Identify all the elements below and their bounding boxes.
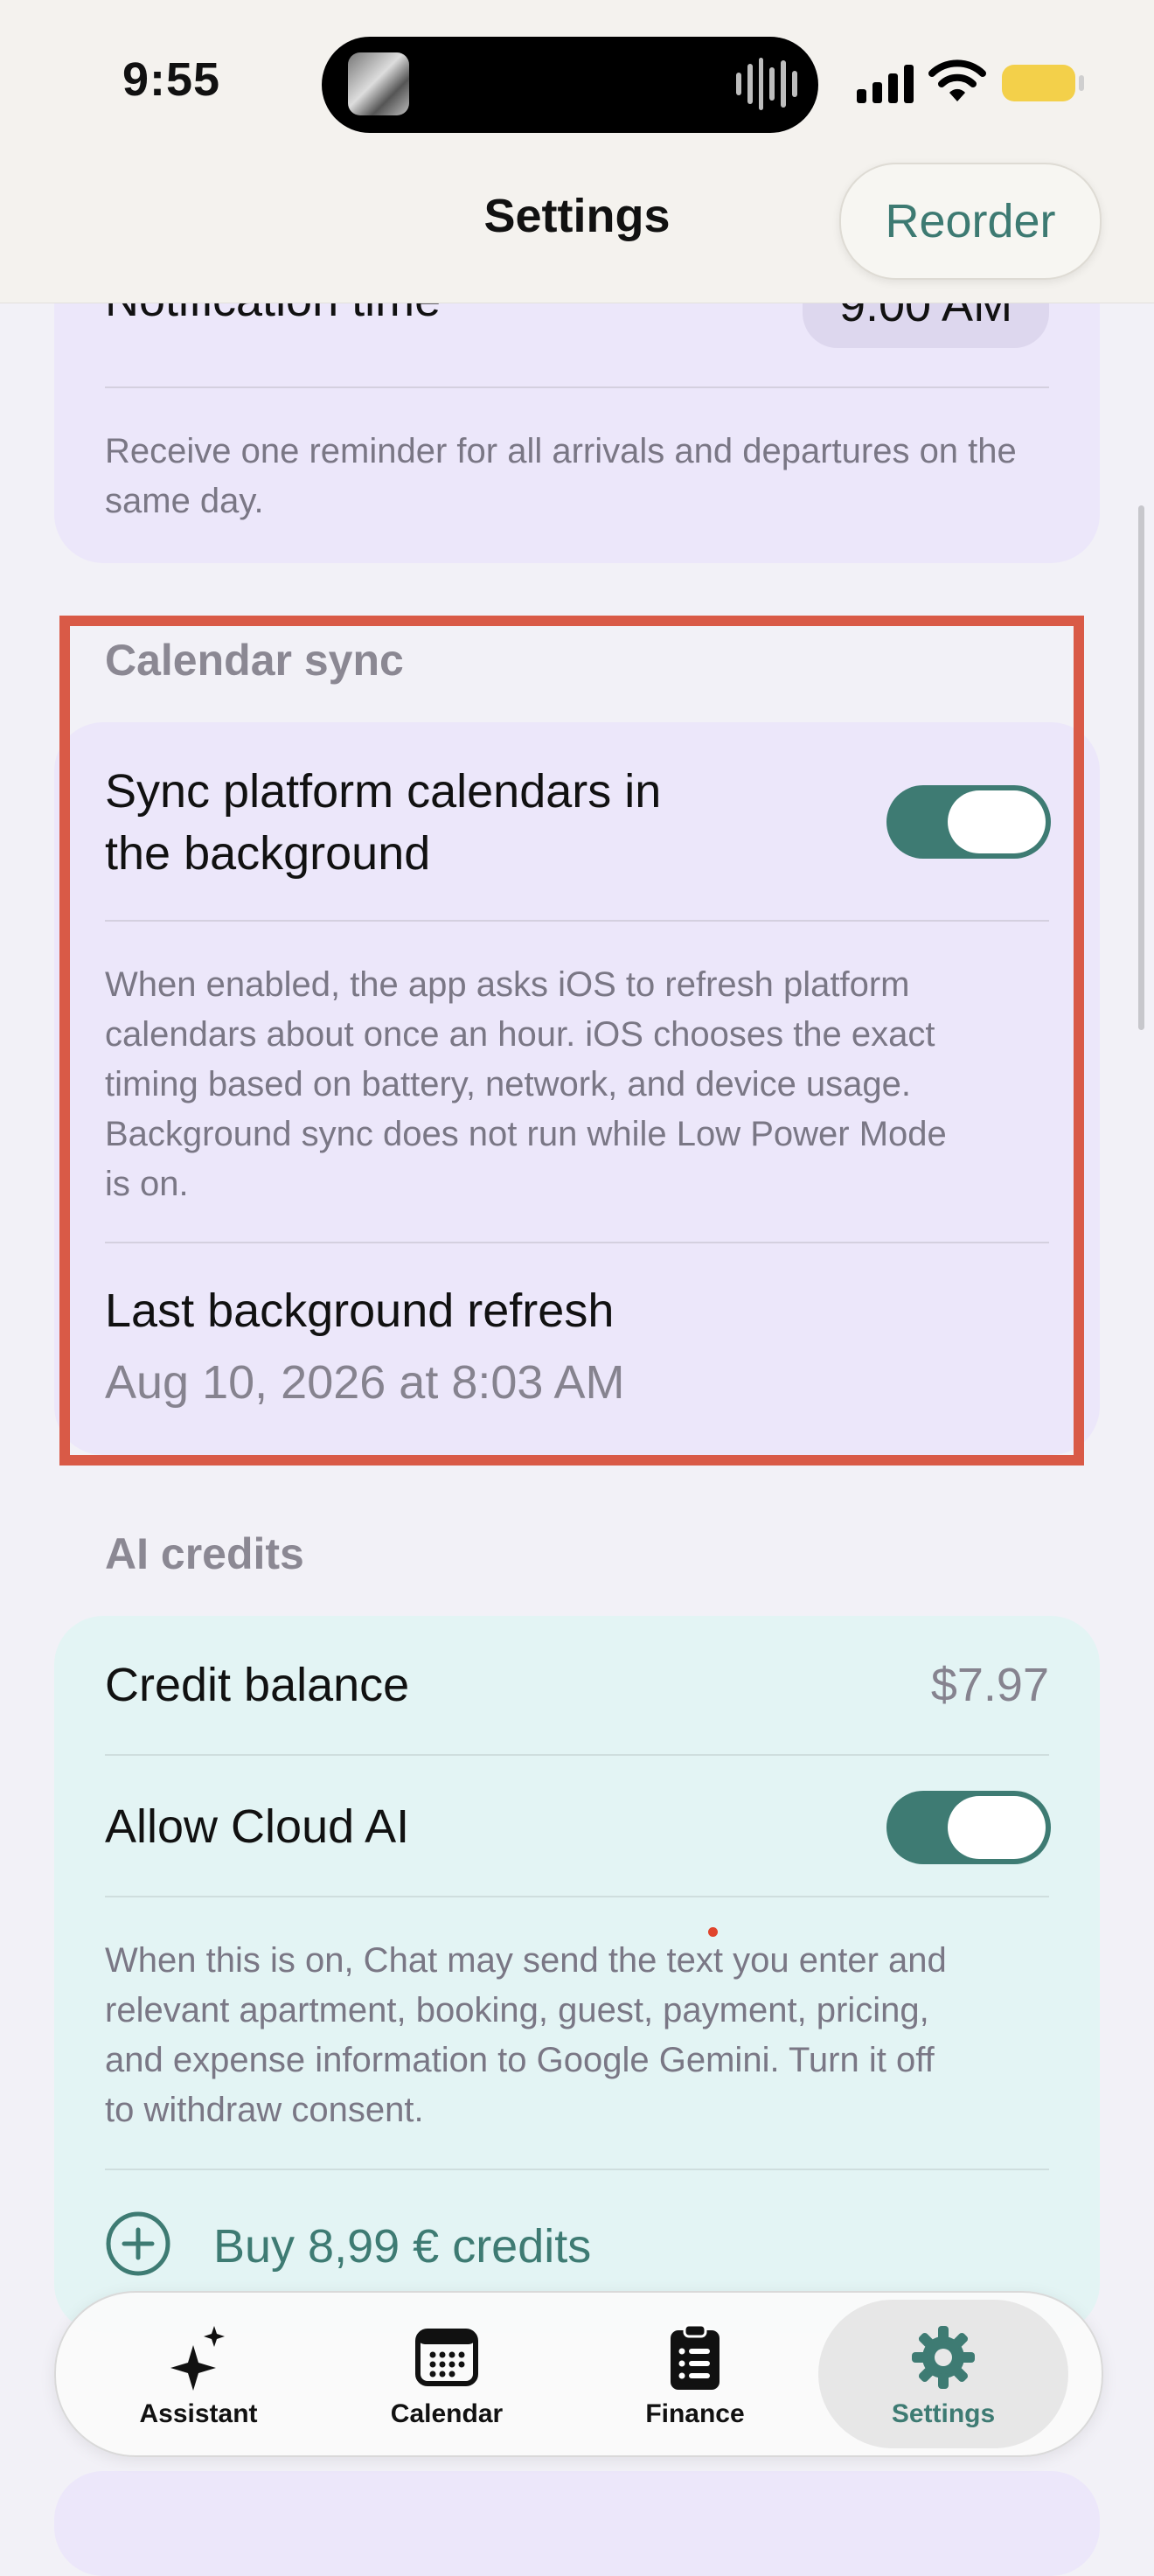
notification-note: Receive one reminder for all arrivals an… — [105, 432, 1017, 520]
plus-circle-icon — [105, 2210, 171, 2281]
note-line: relevant apartment, booking, guest, paym… — [105, 1991, 929, 2029]
battery-tip — [1079, 75, 1084, 91]
credit-balance-label: Credit balance — [105, 1659, 410, 1711]
tab-label: Settings — [891, 2399, 996, 2428]
tab-bar: Assistant Calendar Finance Settings — [54, 2291, 1103, 2457]
status-time: 9:55 — [122, 53, 221, 106]
touch-indicator — [708, 1927, 718, 1937]
tab-label: Calendar — [390, 2399, 504, 2428]
tab-assistant[interactable]: Assistant — [73, 2300, 323, 2448]
audio-waveform-icon — [736, 56, 797, 112]
divider — [105, 1754, 1049, 1756]
credit-balance-value: $7.97 — [930, 1659, 1049, 1711]
tab-calendar[interactable]: Calendar — [322, 2300, 572, 2448]
note-line: and expense information to Google Gemini… — [105, 2041, 935, 2079]
divider — [105, 1896, 1049, 1897]
calendar-icon — [415, 2322, 478, 2392]
battery-icon — [1002, 65, 1075, 101]
buy-credits-label: Buy 8,99 € credits — [213, 2219, 592, 2273]
gear-icon — [910, 2322, 977, 2392]
now-playing-thumbnail — [348, 52, 409, 115]
cloud-ai-note: When this is on, Chat may send the text … — [105, 1936, 1067, 2135]
note-line: When this is on, Chat may send the text … — [105, 1941, 947, 1980]
divider — [105, 2169, 1049, 2170]
highlight-box — [59, 616, 1084, 1466]
buy-credits-button[interactable]: Buy 8,99 € credits — [105, 2210, 591, 2281]
sparkles-icon — [167, 2322, 230, 2392]
tab-settings[interactable]: Settings — [818, 2300, 1068, 2448]
tab-label: Assistant — [139, 2399, 258, 2428]
navigation-header: 9:55 Settings Reorder — [0, 0, 1154, 303]
cellular-signal-icon — [857, 61, 914, 103]
toggle-knob — [948, 1796, 1046, 1859]
divider — [105, 386, 1049, 388]
ai-credits-section-title: AI credits — [105, 1529, 304, 1578]
allow-cloud-ai-label: Allow Cloud AI — [105, 1800, 410, 1853]
tab-finance[interactable]: Finance — [570, 2300, 820, 2448]
clipboard-list-icon — [669, 2322, 721, 2392]
wifi-icon — [928, 58, 986, 108]
scrollbar[interactable] — [1138, 505, 1144, 1030]
reorder-button[interactable]: Reorder — [839, 163, 1102, 280]
tab-label: Finance — [645, 2399, 745, 2428]
next-card — [54, 2471, 1100, 2576]
allow-cloud-ai-toggle[interactable] — [886, 1791, 1051, 1864]
note-line: to withdraw consent. — [105, 2091, 424, 2129]
